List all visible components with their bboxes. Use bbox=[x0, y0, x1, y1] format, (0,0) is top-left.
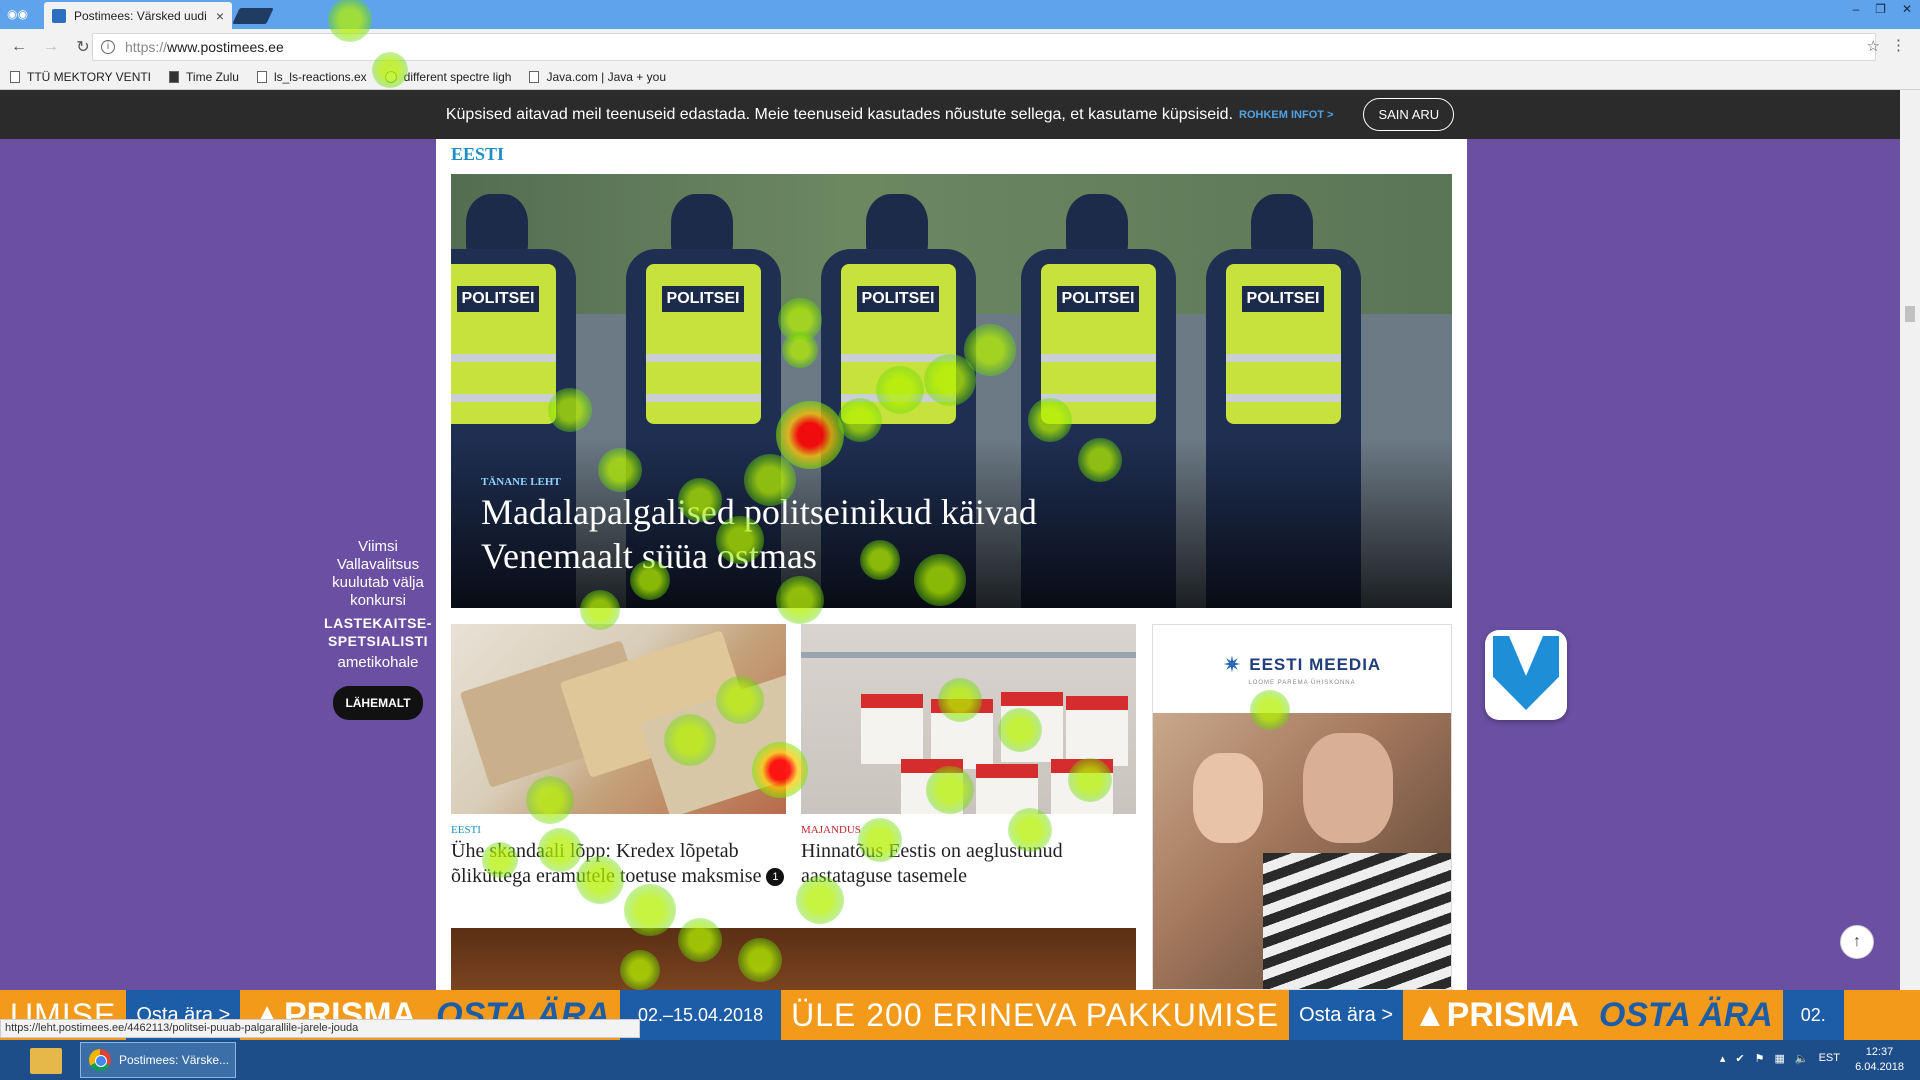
viimsi-side-ad[interactable]: Viimsi Vallavalitsus kuulutab välja konk… bbox=[318, 538, 438, 720]
incognito-icon: ◉◉ bbox=[7, 7, 28, 21]
forward-arrow-icon[interactable]: → bbox=[38, 38, 64, 56]
banner-date: 02.–15.04.2018 bbox=[619, 990, 782, 1040]
article-title-text: Ühe skandaali lõpp: Kredex lõpetab õlikü… bbox=[451, 840, 762, 887]
ad-photo bbox=[1153, 713, 1451, 989]
article-title[interactable]: Ühe skandaali lõpp: Kredex lõpetab õlikü… bbox=[451, 839, 786, 889]
timezulu-icon bbox=[169, 71, 180, 83]
file-explorer-icon[interactable] bbox=[30, 1048, 62, 1074]
ad-slogan: LOOME PAREMA ÜHISKONNA bbox=[1248, 680, 1356, 686]
bookmark-item[interactable]: Java.com | Java + you bbox=[529, 70, 666, 84]
bookmark-star-icon[interactable]: ☆ bbox=[1867, 37, 1880, 55]
scrollbar-thumb[interactable] bbox=[1905, 306, 1915, 322]
side-ad-text2: ametikohale bbox=[337, 654, 419, 671]
bookmark-item[interactable]: Time Zulu bbox=[169, 70, 239, 84]
tray-volume-icon[interactable]: 🔈 bbox=[1795, 1052, 1809, 1065]
close-window-button[interactable]: ✕ bbox=[1902, 2, 1912, 16]
page-icon bbox=[10, 71, 20, 83]
article-category[interactable]: MAJANDUS bbox=[801, 824, 1136, 836]
cookie-banner: Küpsised aitavad meil teenuseid edastada… bbox=[0, 90, 1900, 139]
side-ad-text: Viimsi Vallavalitsus kuulutab välja konk… bbox=[332, 538, 424, 609]
article-card[interactable]: EESTI Ühe skandaali lõpp: Kredex lõpetab… bbox=[451, 624, 786, 889]
tray-check-icon[interactable]: ✔ bbox=[1735, 1052, 1744, 1065]
browser-titlebar: ◉◉ Postimees: Värsked uudi × – ❐ ✕ bbox=[0, 0, 1920, 29]
ad-brand: EESTI MEEDIA bbox=[1249, 655, 1382, 674]
page-icon bbox=[256, 71, 267, 83]
banner-buy-link[interactable]: Osta ära > bbox=[1289, 990, 1404, 1040]
page-scrollbar[interactable] bbox=[1900, 90, 1920, 990]
postimees-favicon-icon bbox=[52, 8, 66, 23]
bookmark-label: different spectre ligh bbox=[403, 70, 512, 84]
tab-close-icon[interactable]: × bbox=[216, 8, 224, 24]
article-image[interactable] bbox=[801, 624, 1136, 814]
info-icon[interactable]: i bbox=[101, 40, 115, 54]
bookmarks-bar: TTÜ MEKTORY VENTI Time Zulu ls_ls-reacti… bbox=[0, 65, 1920, 90]
clock-date: 6.04.2018 bbox=[1855, 1061, 1904, 1073]
minimize-button[interactable]: – bbox=[1852, 2, 1859, 16]
cookie-accept-button[interactable]: SAIN ARU bbox=[1363, 98, 1455, 131]
banner-osta: OSTA ÄRA bbox=[1598, 995, 1773, 1034]
windows-taskbar: Postimees: Värske... ▴ ✔ ⚑ ▦ 🔈 EST 12:37… bbox=[0, 1040, 1920, 1080]
back-arrow-icon[interactable]: ← bbox=[6, 38, 32, 56]
browser-menu-icon[interactable]: ⋮ bbox=[1891, 36, 1906, 54]
article-image[interactable] bbox=[451, 624, 786, 814]
article-card[interactable]: MAJANDUS Hinnatõus Eestis on aeglustunud… bbox=[801, 624, 1136, 889]
hero-article[interactable]: POLITSEI POLITSEI POLITSEI POLITSEI POLI… bbox=[451, 174, 1452, 608]
chrome-icon bbox=[89, 1049, 111, 1071]
spectre-icon bbox=[384, 71, 397, 83]
side-ad-button[interactable]: LÄHEMALT bbox=[333, 686, 423, 720]
bookmark-label: ls_ls-reactions.ex bbox=[273, 70, 367, 84]
bookmark-label: Time Zulu bbox=[186, 70, 239, 84]
ad-logo: ✷ EESTI MEEDIA LOOME PAREMA ÜHISKONNA bbox=[1153, 625, 1451, 713]
banner-text: ÜLE 200 ERINEVA PAKKUMISE bbox=[791, 996, 1280, 1033]
clock-time: 12:37 bbox=[1865, 1046, 1894, 1058]
new-tab-button[interactable] bbox=[232, 8, 274, 24]
page-icon bbox=[529, 71, 540, 83]
cookie-more-link[interactable]: ROHKEM INFOT > bbox=[1239, 109, 1333, 121]
bookmark-item[interactable]: TTÜ MEKTORY VENTI bbox=[10, 70, 151, 84]
bookmark-label: TTÜ MEKTORY VENTI bbox=[27, 70, 152, 84]
tray-network-icon[interactable]: ▦ bbox=[1774, 1052, 1784, 1065]
article-image[interactable] bbox=[451, 928, 1136, 990]
viimsi-logo-icon[interactable] bbox=[1485, 630, 1567, 720]
tray-up-icon[interactable]: ▴ bbox=[1720, 1052, 1726, 1065]
bookmark-label: Java.com | Java + you bbox=[546, 70, 666, 84]
eesti-meedia-logo-icon: ✷ bbox=[1222, 652, 1242, 677]
url-scheme: https:// bbox=[125, 39, 168, 55]
banner-brand: ▲ PRISMA bbox=[1413, 995, 1579, 1034]
article-title[interactable]: Hinnatõus Eestis on aeglustunud aastatag… bbox=[801, 839, 1136, 889]
comment-count-badge[interactable]: 1 bbox=[766, 868, 785, 887]
system-tray: ▴ ✔ ⚑ ▦ 🔈 EST bbox=[1720, 1052, 1840, 1065]
language-indicator[interactable]: EST bbox=[1819, 1052, 1840, 1065]
taskbar-chrome-task[interactable]: Postimees: Värske... bbox=[80, 1042, 236, 1078]
bookmark-item[interactable]: different spectre ligh bbox=[384, 70, 512, 84]
hero-kicker: TÄNANE LEHT bbox=[481, 476, 561, 488]
bookmark-item[interactable]: ls_ls-reactions.ex bbox=[256, 70, 367, 84]
tray-flag-icon[interactable]: ⚑ bbox=[1755, 1052, 1765, 1065]
taskbar-task-label: Postimees: Värske... bbox=[119, 1053, 230, 1067]
browser-toolbar: ← → ↻ i https:// www.postimees.ee bbox=[0, 29, 1920, 65]
tab-title: Postimees: Värsked uudi bbox=[74, 8, 207, 23]
url-host: www.postimees.ee bbox=[167, 39, 284, 55]
window-controls: – ❐ ✕ bbox=[1852, 2, 1912, 16]
taskbar-clock[interactable]: 12:37 6.04.2018 bbox=[1855, 1045, 1904, 1075]
side-ad-strong: LASTEKAITSE-SPETSIALISTI bbox=[324, 615, 432, 649]
article-category[interactable]: EESTI bbox=[451, 824, 786, 836]
restore-button[interactable]: ❐ bbox=[1875, 2, 1886, 16]
scroll-to-top-button[interactable]: ↑ bbox=[1840, 925, 1874, 959]
cookie-text: Küpsised aitavad meil teenuseid edastada… bbox=[445, 105, 1234, 123]
eesti-meedia-ad[interactable]: ✷ EESTI MEEDIA LOOME PAREMA ÜHISKONNA bbox=[1152, 624, 1452, 990]
section-title[interactable]: EESTI bbox=[451, 144, 504, 165]
browser-tab[interactable]: Postimees: Värsked uudi × bbox=[44, 2, 232, 29]
banner-date: 02. bbox=[1782, 990, 1844, 1040]
address-bar[interactable]: i https:// www.postimees.ee bbox=[92, 33, 1876, 61]
status-bar-url: https://leht.postimees.ee/4462113/polits… bbox=[0, 1019, 640, 1038]
hero-headline[interactable]: Madalapalgalised politseinikud käivad Ve… bbox=[481, 490, 1121, 578]
